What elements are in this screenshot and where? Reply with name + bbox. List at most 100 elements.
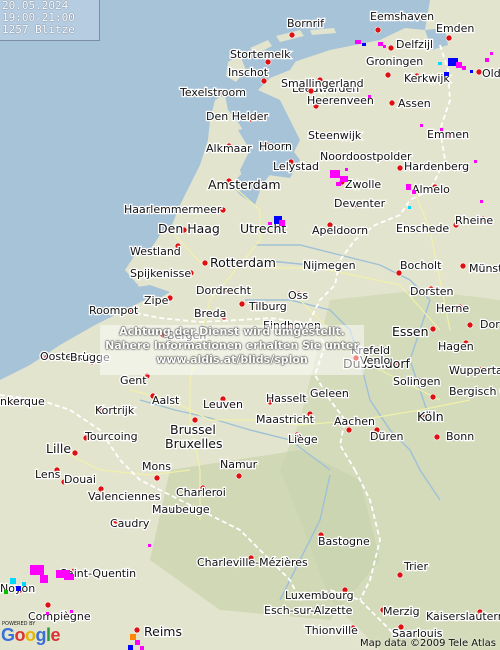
city-label: Charleville-Mézières — [197, 556, 308, 569]
city-label: Köln — [417, 409, 444, 424]
lightning-strike — [444, 72, 449, 76]
city-label: Herne — [436, 302, 469, 315]
city-label: Heerenveen — [307, 94, 374, 107]
city-label: Mons — [142, 460, 171, 473]
city-label: Wupperta — [449, 364, 500, 377]
city-marker: Emmen — [426, 127, 471, 143]
lightning-strike — [408, 206, 411, 209]
city-marker: Dordrecht — [195, 283, 253, 299]
city-marker: Roompot — [88, 303, 141, 319]
lightning-strike — [420, 124, 423, 127]
city-label: Merzig — [383, 605, 420, 618]
lightning-strike — [148, 544, 151, 547]
city-label: Aachen — [334, 415, 375, 428]
city-marker: Hagen — [437, 339, 475, 355]
city-label: Kortrijk — [95, 404, 135, 417]
city-marker: Kortrijk — [94, 403, 136, 419]
city-marker: Dorsten — [409, 284, 455, 300]
notice-line-2: Nähere Informationen erhalten Sie unter — [105, 339, 359, 352]
city-label: Valenciennes — [88, 490, 161, 503]
city-label: Hoorn — [259, 140, 292, 153]
lightning-strike — [438, 62, 442, 65]
city-marker: Almelo — [411, 182, 452, 198]
city-label: Essen — [392, 324, 429, 339]
lightning-strike — [440, 128, 443, 131]
city-label: nkerque — [0, 395, 45, 408]
lightning-strike — [406, 184, 411, 190]
lightning-strike — [46, 612, 49, 615]
city-label: Breda — [194, 307, 226, 320]
city-label: Lelystad — [273, 160, 319, 173]
city-label: Dor — [480, 318, 500, 331]
city-marker: Luxembourg — [284, 586, 355, 603]
city-marker: Amsterdam — [207, 176, 282, 194]
city-label: Maubeuge — [152, 503, 210, 516]
lightning-strike — [474, 160, 477, 163]
city-label: Münst — [469, 262, 500, 275]
city-marker: Alkmaar — [205, 141, 254, 157]
lightning-strike — [485, 58, 489, 62]
city-label: Brussel — [170, 422, 216, 437]
city-label: Bonn — [446, 430, 474, 443]
city-label: Compiègne — [28, 610, 91, 623]
lightning-strike — [40, 575, 48, 583]
city-label: Groningen — [366, 55, 423, 68]
city-dot — [396, 164, 404, 172]
city-marker: Solingen — [392, 374, 442, 390]
city-dot — [388, 99, 396, 107]
city-dot — [44, 601, 52, 609]
lightning-strike — [22, 582, 26, 586]
city-marker: Den Helder — [205, 109, 270, 125]
google-logo[interactable]: Google — [1, 625, 61, 646]
city-marker: Spijkenisse — [129, 266, 195, 281]
city-label: Spijkenisse — [130, 267, 191, 280]
city-marker: Texelstroom — [178, 85, 247, 101]
lightning-strike — [30, 565, 44, 575]
city-dot — [201, 259, 209, 267]
city-dot — [459, 262, 467, 270]
map-attribution[interactable]: Map data ©2009 Tele Atlas — [360, 638, 496, 649]
city-label: Alkmaar — [206, 142, 252, 155]
lightning-strike — [456, 62, 462, 68]
city-marker: Charleroi — [175, 484, 227, 500]
logo-letter: o — [14, 625, 26, 645]
city-marker: Düren — [369, 426, 405, 444]
lightning-strike — [130, 634, 136, 640]
city-label: Steenwijk — [308, 129, 362, 142]
logo-letter: o — [25, 625, 36, 645]
city-marker: Wupperta — [448, 363, 500, 379]
lightning-strike — [140, 646, 144, 650]
city-label: Smallingerland — [281, 77, 364, 90]
notice-line-3[interactable]: www.aldis.at/blids/splon — [100, 353, 364, 367]
city-marker: Esch-sur-Alzette — [263, 603, 354, 619]
city-label: Geleen — [310, 387, 349, 400]
lightning-strike — [4, 590, 8, 594]
lightning-strike — [135, 640, 140, 645]
lightning-strike — [378, 42, 383, 46]
city-marker: Köln — [416, 408, 445, 426]
lightning-strike — [64, 574, 74, 580]
city-label: Bastogne — [318, 535, 370, 548]
lightning-strike — [462, 66, 466, 70]
city-dot — [384, 71, 392, 79]
city-marker: Kerkwijk — [403, 71, 452, 87]
city-label: Kaiserslautern — [426, 610, 500, 623]
city-marker: Tourcoing — [82, 429, 139, 444]
city-label: Kerkwijk — [404, 72, 450, 85]
city-label: Hagen — [438, 340, 474, 353]
lightning-strike — [362, 43, 366, 46]
city-label: Nijmegen — [303, 259, 356, 272]
lightning-strike — [10, 578, 16, 584]
city-label: Charleroi — [176, 486, 226, 499]
city-label: Reims — [144, 624, 182, 639]
lightning-strike — [412, 190, 416, 194]
city-marker: Hasselt — [265, 391, 309, 407]
city-label: Namur — [220, 458, 258, 471]
lightning-strike — [383, 45, 386, 48]
city-label: Zipe — [144, 294, 169, 307]
city-label: Tilburg — [248, 300, 287, 313]
city-label: Zwolle — [345, 178, 381, 191]
city-label: Bruxelles — [165, 436, 223, 451]
city-label: Roompot — [89, 304, 139, 317]
city-label: Almelo — [412, 183, 450, 196]
